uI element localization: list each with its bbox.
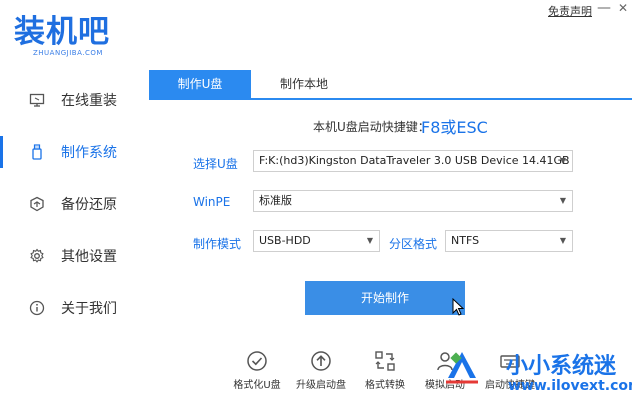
usb-drive-icon	[29, 144, 45, 160]
sidebar: 在线重装 制作系统 备份还原 其他设置 关于我们	[0, 70, 143, 400]
winpe-select[interactable]: 标准版 ▼	[253, 190, 573, 212]
upload-circle-icon	[310, 350, 332, 372]
tab-make-usb[interactable]: 制作U盘	[149, 70, 251, 98]
sidebar-item-label: 关于我们	[61, 301, 117, 317]
start-making-button[interactable]: 开始制作	[305, 281, 465, 315]
sidebar-item-other-settings[interactable]: 其他设置	[0, 230, 143, 282]
convert-icon	[374, 350, 396, 372]
sidebar-item-label: 其他设置	[61, 249, 117, 265]
info-icon	[29, 300, 45, 316]
sidebar-item-label: 在线重装	[61, 93, 117, 109]
hotkey-value: F8或ESC	[421, 118, 488, 137]
mode-label: 制作模式	[193, 237, 242, 251]
minimize-button[interactable]: —	[595, 0, 613, 16]
mode-select-value: USB-HDD	[259, 234, 311, 247]
sidebar-item-online-reinstall[interactable]: 在线重装	[0, 74, 143, 126]
usb-select[interactable]: F:K:(hd3)Kingston DataTraveler 3.0 USB D…	[253, 150, 573, 172]
tool-label: 格式化U盘	[233, 380, 281, 391]
partition-select-value: NTFS	[451, 234, 480, 247]
tool-label: 升级启动盘	[296, 380, 346, 391]
monitor-icon	[29, 92, 45, 108]
winpe-label: WinPE	[193, 195, 231, 209]
chevron-down-icon: ▼	[559, 156, 566, 165]
tool-format-usb[interactable]: 格式化U盘	[222, 350, 292, 391]
disclaimer-link[interactable]: 免责声明	[548, 3, 592, 19]
mouse-cursor-icon	[452, 297, 466, 316]
watermark: 小小系统迷 www.ilovext.com	[446, 348, 632, 398]
partition-label: 分区格式	[389, 237, 438, 251]
logo-text: 装机吧	[14, 14, 110, 50]
watermark-logo-icon	[446, 352, 478, 384]
tab-bar: 制作U盘 制作本地	[149, 70, 632, 100]
backup-icon	[29, 196, 45, 212]
gear-icon	[29, 248, 45, 264]
mode-select[interactable]: USB-HDD ▼	[253, 230, 380, 252]
app-logo: 装机吧 ZHUANGJIBA.COM	[14, 6, 144, 62]
sidebar-item-label: 制作系统	[61, 145, 117, 161]
watermark-title: 小小系统迷	[506, 354, 617, 379]
watermark-url: www.ilovext.com	[508, 378, 632, 394]
tool-upgrade-boot-disk[interactable]: 升级启动盘	[286, 350, 356, 391]
chevron-down-icon: ▼	[559, 196, 566, 205]
sidebar-item-backup-restore[interactable]: 备份还原	[0, 178, 143, 230]
usb-select-value: F:K:(hd3)Kingston DataTraveler 3.0 USB D…	[259, 154, 570, 167]
logo-subtext: ZHUANGJIBA.COM	[33, 49, 103, 57]
winpe-select-value: 标准版	[259, 194, 292, 207]
tab-make-local[interactable]: 制作本地	[251, 70, 357, 98]
partition-select[interactable]: NTFS ▼	[445, 230, 573, 252]
hotkey-label: 本机U盘启动快捷键：	[313, 120, 430, 134]
usb-select-label: 选择U盘	[193, 157, 238, 171]
sidebar-item-about-us[interactable]: 关于我们	[0, 282, 143, 334]
chevron-down-icon: ▼	[366, 236, 373, 245]
chevron-down-icon: ▼	[559, 236, 566, 245]
close-button[interactable]: ✕	[614, 0, 632, 16]
sidebar-item-make-system[interactable]: 制作系统	[0, 126, 143, 178]
sidebar-item-label: 备份还原	[61, 197, 117, 213]
check-circle-icon	[246, 350, 268, 372]
